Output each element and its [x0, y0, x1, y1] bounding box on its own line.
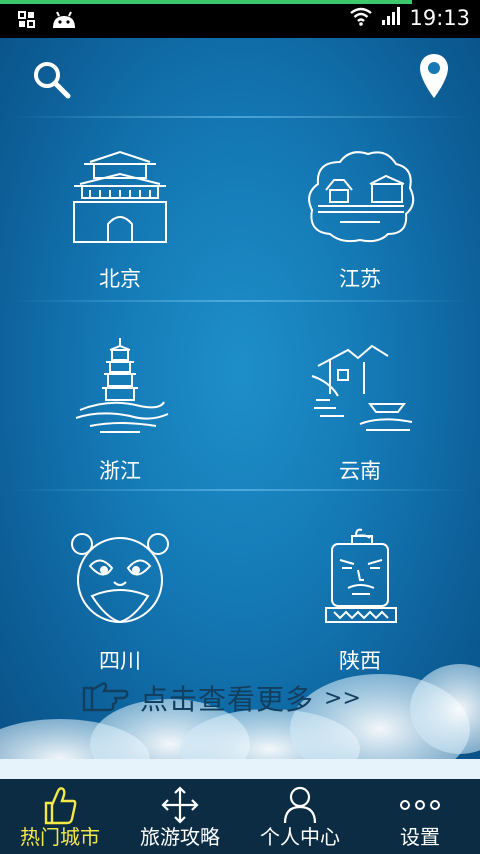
tab-hot-cities[interactable]: 热门城市 [0, 779, 120, 854]
yunnan-house-icon [300, 320, 420, 440]
city-card-beijing[interactable]: 北京 [0, 128, 240, 318]
city-card-jiangsu[interactable]: 江苏 [240, 128, 480, 318]
status-clock: 19:13 [409, 6, 470, 30]
sichuan-panda-icon [60, 510, 180, 630]
tab-label: 设置 [400, 825, 440, 849]
divider [10, 116, 470, 118]
signal-icon [381, 6, 401, 30]
city-label: 北京 [99, 267, 141, 291]
view-more-link[interactable]: 点击查看更多 >> [80, 678, 361, 718]
city-card-yunnan[interactable]: 云南 [240, 320, 480, 510]
status-progress-line [0, 0, 412, 4]
wifi-icon [349, 6, 373, 30]
jiangsu-pavilion-icon [300, 128, 420, 248]
tab-travel-guide[interactable]: 旅游攻略 [120, 779, 240, 854]
tab-label: 旅游攻略 [140, 825, 220, 849]
search-icon[interactable] [30, 58, 74, 102]
shaanxi-warrior-icon [300, 510, 420, 630]
city-label: 云南 [339, 459, 381, 483]
tab-settings[interactable]: 设置 [360, 779, 480, 854]
city-label: 江苏 [339, 267, 381, 291]
bottom-nav: 热门城市 旅游攻略 个人中心 设置 [0, 779, 480, 854]
city-card-zhejiang[interactable]: 浙江 [0, 320, 240, 510]
view-more-arrows: >> [324, 685, 361, 711]
zhejiang-pagoda-icon [60, 320, 180, 440]
view-more-text: 点击查看更多 [140, 683, 315, 716]
grid-app-icon [18, 11, 36, 33]
top-bar [0, 38, 480, 118]
location-pin-icon[interactable] [418, 52, 450, 104]
city-label: 浙江 [99, 459, 141, 483]
tab-profile[interactable]: 个人中心 [240, 779, 360, 854]
tab-label: 热门城市 [20, 825, 100, 849]
status-bar: 19:13 [0, 0, 480, 38]
beijing-gate-icon [60, 128, 180, 248]
main-panel: 北京 江苏 浙江 云南 四川 陕西 点击查看更多 >> [0, 38, 480, 779]
tab-label: 个人中心 [260, 825, 340, 849]
android-icon [50, 10, 78, 34]
pointing-hand-icon [80, 678, 130, 718]
